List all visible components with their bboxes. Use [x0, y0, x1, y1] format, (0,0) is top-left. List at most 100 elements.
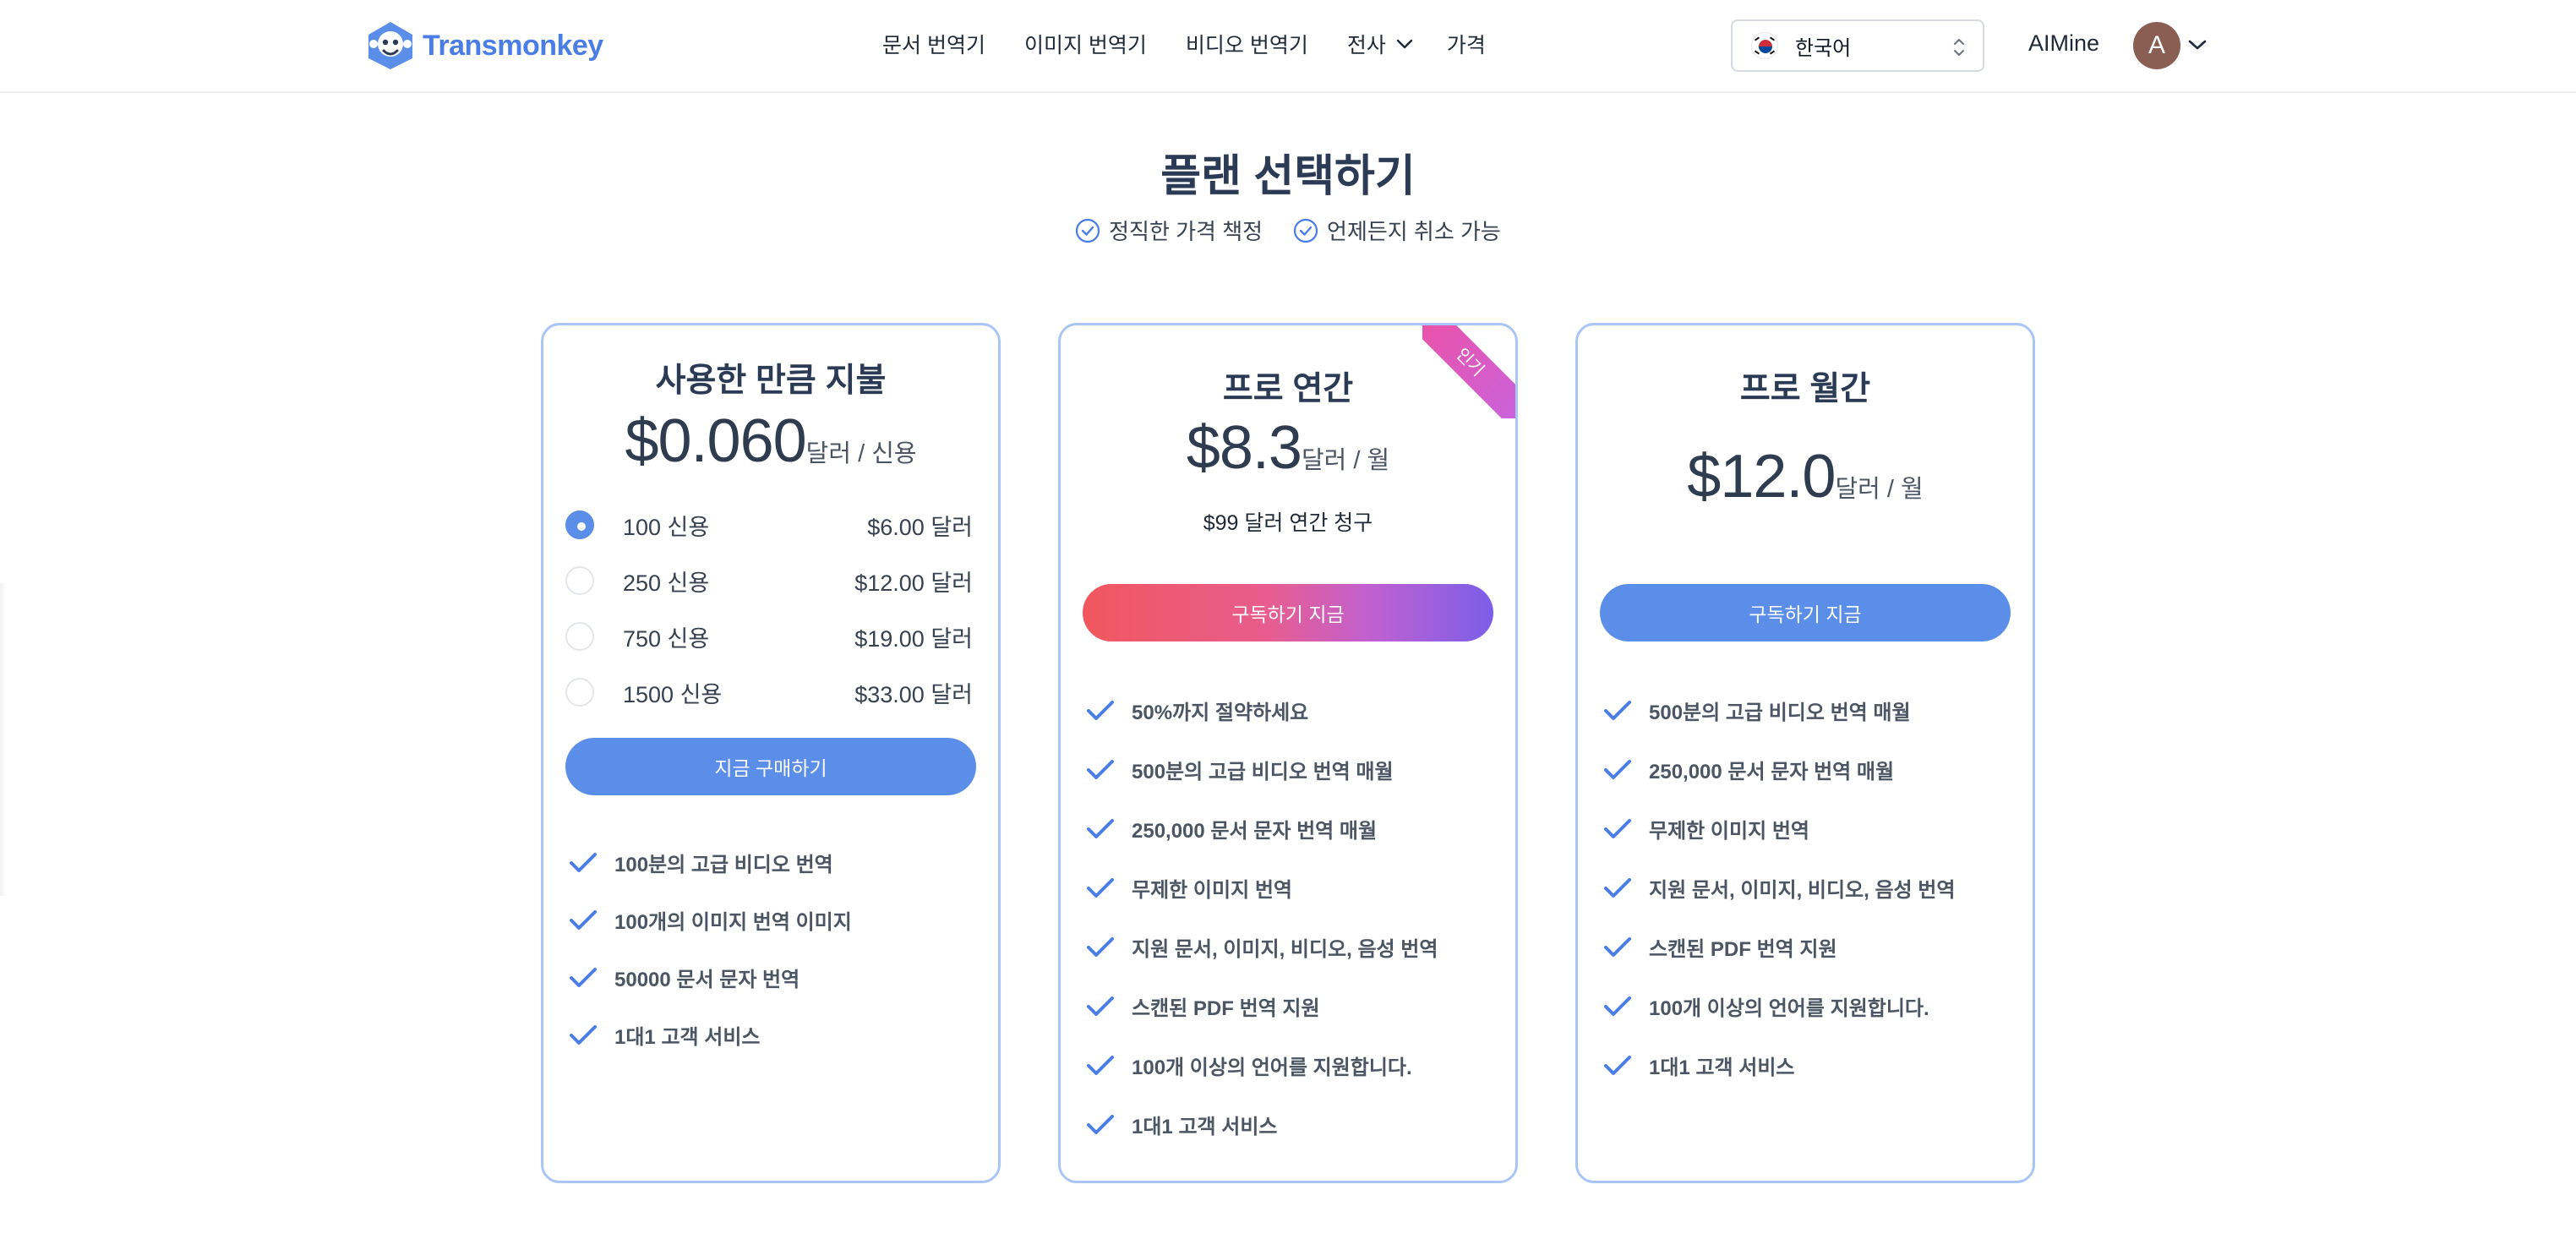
plan-feature: 50000 문서 문자 번역	[569, 963, 800, 992]
radio-unselected[interactable]	[565, 678, 594, 707]
check-icon	[570, 909, 597, 930]
nav-video-translator[interactable]: 비디오 번역기	[1186, 29, 1308, 59]
price-amount: $12.0	[1687, 443, 1836, 510]
check-icon	[1604, 818, 1631, 838]
feature-label: 100분의 고급 비디오 번역	[614, 854, 833, 876]
option-price: $33.00 달러	[854, 681, 973, 707]
radio-unselected[interactable]	[565, 622, 594, 651]
plan-feature: 지원 문서, 이미지, 비디오, 음성 번역	[1603, 873, 1955, 903]
plan-price: $0.060달러 / 신용	[543, 407, 998, 476]
avatar[interactable]: A	[2133, 22, 2180, 69]
credit-option-750[interactable]: 750 신용 $19.00 달러	[565, 620, 973, 653]
plan-title: 사용한 만큼 지불	[655, 363, 887, 399]
guarantee-label: 언제든지 취소 가능	[1327, 219, 1501, 244]
plan-feature: 무제한 이미지 번역	[1603, 814, 1809, 843]
plan-feature: 100개 이상의 언어를 지원합니다.	[1086, 1051, 1412, 1080]
feature-label: 100개 이상의 언어를 지원합니다.	[1649, 997, 1929, 1020]
feature-label: 100개의 이미지 번역 이미지	[614, 911, 852, 934]
nav-document-translator[interactable]: 문서 번역기	[882, 29, 985, 59]
option-credits: 250 신용	[623, 570, 710, 596]
plan-feature: 1대1 고객 서비스	[1603, 1051, 1795, 1080]
credit-option-100[interactable]: 100 신용 $6.00 달러	[565, 508, 973, 542]
check-icon	[1087, 759, 1114, 779]
plan-feature: 스캔된 PDF 번역 지원	[1603, 932, 1837, 962]
radio-unselected[interactable]	[565, 566, 594, 595]
feature-label: 500분의 고급 비디오 번역 매월	[1649, 701, 1911, 724]
subscribe-now-button[interactable]: 구독하기 지금	[1083, 584, 1493, 641]
plan-feature: 스캔된 PDF 번역 지원	[1086, 991, 1320, 1021]
buy-now-button[interactable]: 지금 구매하기	[565, 738, 976, 795]
plan-feature: 250,000 문서 문자 번역 매월	[1603, 755, 1894, 784]
feature-label: 지원 문서, 이미지, 비디오, 음성 번역	[1132, 938, 1438, 961]
plan-price: $8.3달러 / 월	[1061, 413, 1515, 483]
plan-feature: 250,000 문서 문자 번역 매월	[1086, 814, 1377, 843]
check-icon	[570, 967, 597, 987]
plan-card-pro-monthly: 프로 월간 $12.0달러 / 월 구독하기 지금 500분의 고급 비디오 번…	[1575, 323, 2035, 1183]
feature-label: 스캔된 PDF 번역 지원	[1132, 997, 1320, 1020]
plan-feature: 100분의 고급 비디오 번역	[569, 848, 833, 877]
language-label: 한국어	[1795, 36, 1852, 60]
check-icon	[1087, 818, 1114, 838]
chevron-down-icon	[1396, 39, 1413, 49]
nav-pricing[interactable]: 가격	[1447, 29, 1486, 59]
check-icon	[570, 852, 597, 872]
check-icon	[1087, 1055, 1114, 1075]
brand-logo[interactable]: Transmonkey	[367, 20, 603, 71]
brand-name: Transmonkey	[423, 29, 603, 62]
price-unit: 달러 / 월	[1301, 447, 1390, 474]
feature-label: 100개 이상의 언어를 지원합니다.	[1132, 1056, 1412, 1079]
feature-label: 무제한 이미지 번역	[1649, 820, 1809, 843]
plan-title: 프로 월간	[1739, 371, 1871, 407]
check-icon	[1604, 759, 1631, 779]
plan-feature: 100개의 이미지 번역 이미지	[569, 905, 852, 935]
check-icon	[1604, 877, 1631, 898]
plan-title: 프로 연간	[1222, 371, 1354, 407]
subscribe-now-button[interactable]: 구독하기 지금	[1600, 584, 2011, 641]
feature-label: 지원 문서, 이미지, 비디오, 음성 번역	[1649, 879, 1956, 902]
updown-icon	[1954, 39, 1964, 56]
plan-card-pro-annual: 인기 프로 연간 $8.3달러 / 월 $99 달러 연간 청구 구독하기 지금…	[1058, 323, 1518, 1183]
plan-price: $12.0달러 / 월	[1578, 442, 2033, 511]
option-credits: 100 신용	[623, 514, 710, 540]
option-price: $12.00 달러	[854, 570, 973, 596]
plan-feature: 100개 이상의 언어를 지원합니다.	[1603, 991, 1929, 1021]
price-amount: $8.3	[1186, 414, 1302, 482]
check-icon	[570, 1024, 597, 1045]
main-nav: 문서 번역기 이미지 번역기 비디오 번역기 전사 가격	[882, 29, 1525, 59]
feature-label: 500분의 고급 비디오 번역 매월	[1132, 761, 1394, 783]
guarantee-cancel-anytime: 언제든지 취소 가능	[1293, 215, 1501, 246]
plan-feature: 1대1 고객 서비스	[569, 1020, 761, 1050]
check-icon	[1604, 1055, 1631, 1075]
account-chevron-down-icon[interactable]	[2187, 39, 2208, 51]
check-icon	[1604, 700, 1631, 720]
username[interactable]: AIMine	[2028, 30, 2099, 57]
monkey-logo-icon	[368, 22, 412, 69]
nav-image-translator[interactable]: 이미지 번역기	[1024, 29, 1147, 59]
nav-transcription-dropdown[interactable]: 전사	[1347, 29, 1413, 59]
feature-label: 1대1 고객 서비스	[1132, 1116, 1278, 1138]
check-circle-icon	[1293, 218, 1318, 243]
pricing-guarantees: 정직한 가격 책정 언제든지 취소 가능	[0, 215, 2576, 246]
feature-label: 50000 문서 문자 번역	[614, 969, 800, 991]
credit-option-1500[interactable]: 1500 신용 $33.00 달러	[565, 675, 973, 709]
feature-label: 스캔된 PDF 번역 지원	[1649, 938, 1837, 961]
check-icon	[1604, 996, 1631, 1016]
check-icon	[1604, 936, 1631, 957]
page-title: 플랜 선택하기	[1160, 152, 1416, 201]
guarantee-label: 정직한 가격 책정	[1109, 219, 1263, 244]
credit-option-250[interactable]: 250 신용 $12.00 달러	[565, 564, 973, 598]
language-select[interactable]: 한국어	[1731, 19, 1984, 72]
korea-flag-icon	[1751, 32, 1778, 59]
price-unit: 달러 / 월	[1835, 476, 1924, 503]
radio-selected[interactable]	[565, 510, 594, 539]
plan-feature: 500분의 고급 비디오 번역 매월	[1086, 755, 1394, 784]
option-price: $6.00 달러	[867, 514, 973, 540]
feature-label: 1대1 고객 서비스	[614, 1026, 761, 1049]
feature-label: 무제한 이미지 번역	[1132, 879, 1292, 902]
feature-label: 1대1 고객 서비스	[1649, 1056, 1795, 1079]
check-icon	[1087, 936, 1114, 957]
feature-label: 250,000 문서 문자 번역 매월	[1132, 820, 1378, 843]
plan-feature: 50%까지 절약하세요	[1086, 696, 1308, 725]
check-icon	[1087, 700, 1114, 720]
check-circle-icon	[1076, 218, 1100, 243]
